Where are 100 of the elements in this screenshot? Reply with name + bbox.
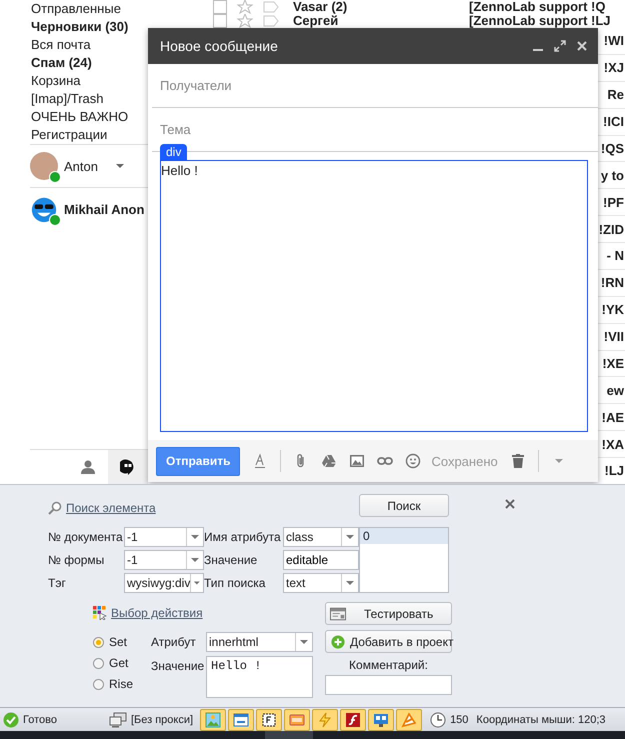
- dropdown-field[interactable]: -1: [124, 550, 204, 570]
- value-textarea[interactable]: Hello !: [206, 656, 313, 698]
- lightning-icon: [317, 712, 334, 728]
- folder-link[interactable]: Спам (24): [31, 54, 92, 72]
- caret-icon[interactable]: [116, 164, 124, 168]
- comment-label: Комментарий:: [349, 658, 428, 672]
- recipients-field[interactable]: Получатели: [152, 64, 598, 108]
- quote-bubble-icon: [120, 459, 136, 475]
- close-icon[interactable]: [505, 499, 515, 509]
- folder-link[interactable]: Корзина: [31, 72, 81, 90]
- mail-subject: !XA: [602, 436, 624, 452]
- dropdown-field[interactable]: class: [283, 527, 359, 547]
- toolbar-toggle[interactable]: [228, 708, 254, 730]
- row-checkbox[interactable]: [213, 0, 227, 14]
- mode-radio[interactable]: Rise: [93, 676, 151, 692]
- mail-subject: !XE: [602, 356, 624, 371]
- mail-subject: ew: [606, 382, 624, 398]
- mode-radio[interactable]: Get: [93, 655, 151, 671]
- toolbar-toggle[interactable]: [256, 708, 282, 730]
- mail-subject: !QS: [600, 140, 624, 156]
- clock-icon: [430, 712, 446, 728]
- mode-radio[interactable]: Set: [93, 634, 151, 650]
- folder-link[interactable]: Регистрации: [31, 126, 108, 144]
- folder-link[interactable]: [Imap]/Trash: [31, 90, 104, 108]
- cone-icon: [401, 712, 418, 728]
- toolbar-toggle[interactable]: [312, 708, 338, 730]
- star-icon[interactable]: [237, 14, 253, 28]
- compose-title: Новое сообщение: [160, 38, 278, 54]
- expand-icon[interactable]: [554, 40, 566, 52]
- mail-sender: Vasar (2): [293, 0, 348, 14]
- comment-field[interactable]: [325, 675, 452, 695]
- status-text: Готово: [23, 714, 57, 726]
- mail-subject: !LJ: [604, 463, 624, 478]
- row-checkbox[interactable]: [213, 14, 227, 28]
- color-grid-icon: [93, 606, 107, 620]
- attribute-dropdown[interactable]: innerhtml: [206, 632, 313, 652]
- value-input[interactable]: editable: [283, 550, 359, 570]
- mail-subject: y to: [600, 168, 624, 183]
- mail-subject: !WI: [604, 33, 624, 48]
- star-icon[interactable]: [237, 0, 253, 14]
- computers-icon: [108, 712, 127, 728]
- window-icon: [330, 606, 346, 620]
- check-circle-icon: [3, 712, 19, 728]
- toolbar-toggle[interactable]: [340, 708, 366, 730]
- toolbar-toggle[interactable]: [368, 708, 394, 730]
- smiley-icon: [30, 195, 58, 223]
- action-select-link[interactable]: Выбор действия: [111, 606, 203, 620]
- thread-count: 150: [450, 714, 468, 726]
- mail-subject: - N: [606, 248, 624, 264]
- smiley-face-icon[interactable]: [405, 453, 422, 469]
- chat-tab[interactable]: [108, 450, 148, 484]
- mail-sender: Сергей: [293, 14, 340, 28]
- contact-name[interactable]: Mikhail Anon: [64, 202, 144, 216]
- mail-subject: [ZennoLab support !Q: [469, 0, 606, 14]
- dropdown-field[interactable]: text: [283, 573, 359, 593]
- drive-icon[interactable]: [321, 453, 338, 469]
- field-label: № формы: [48, 553, 106, 567]
- toolbar-toggle[interactable]: [200, 708, 226, 730]
- avatar-circle: [30, 152, 58, 180]
- test-button[interactable]: Тестировать: [325, 602, 452, 625]
- folder-link[interactable]: ОЧЕНЬ ВАЖНО: [31, 108, 128, 126]
- picture-icon: [205, 712, 222, 728]
- monitor-icon: [373, 712, 390, 728]
- mail-subject: !RN: [600, 275, 624, 290]
- field-label: Атрибут: [151, 635, 197, 649]
- toolbar-toggle[interactable]: [396, 708, 422, 730]
- folder-link[interactable]: Вся почта: [31, 36, 91, 54]
- add-to-project-button[interactable]: Добавить в проект: [325, 630, 452, 653]
- dropdown-field[interactable]: -1: [124, 527, 204, 547]
- frame-icon: [261, 712, 278, 728]
- trash-icon[interactable]: [510, 453, 526, 469]
- person-icon[interactable]: [80, 459, 96, 475]
- mail-subject: !VII: [604, 329, 624, 344]
- mail-subject: [ZennoLab support !LJ: [469, 14, 611, 28]
- dropdown-field[interactable]: wysiwyg:div: [124, 573, 204, 593]
- message-body[interactable]: Hello !: [160, 160, 588, 432]
- mail-subject: !AE: [602, 410, 624, 425]
- element-search-link[interactable]: Поиск элемента: [66, 501, 156, 515]
- mail-subject: !YK: [602, 302, 624, 318]
- flash-icon: [345, 712, 362, 728]
- result-item[interactable]: 0: [360, 528, 448, 544]
- field-label: Тэг: [48, 576, 67, 590]
- folder-link[interactable]: Отправленные: [31, 0, 121, 18]
- mail-subject: !ZID: [598, 222, 624, 237]
- stylesheet-icon: [289, 712, 306, 728]
- save-status: Сохранено: [431, 454, 498, 468]
- field-label: Тип поиска: [204, 576, 266, 590]
- window-icon: [233, 712, 250, 728]
- field-label: № документа: [48, 530, 124, 544]
- folder-link[interactable]: Черновики (30): [31, 18, 128, 36]
- mouse-coordinates: Координаты мыши: 120;3: [476, 714, 606, 726]
- image-icon[interactable]: [349, 453, 366, 469]
- magnifier-icon: [48, 501, 62, 515]
- field-label: Значение: [204, 553, 258, 567]
- toolbar-toggle[interactable]: [284, 708, 310, 730]
- mail-subject: !XJ: [604, 60, 624, 76]
- mail-subject: Re: [607, 87, 624, 102]
- search-button[interactable]: Поиск: [359, 494, 449, 517]
- proxy-status[interactable]: [Без прокси]: [130, 714, 194, 726]
- contact-name[interactable]: Anton: [64, 158, 98, 174]
